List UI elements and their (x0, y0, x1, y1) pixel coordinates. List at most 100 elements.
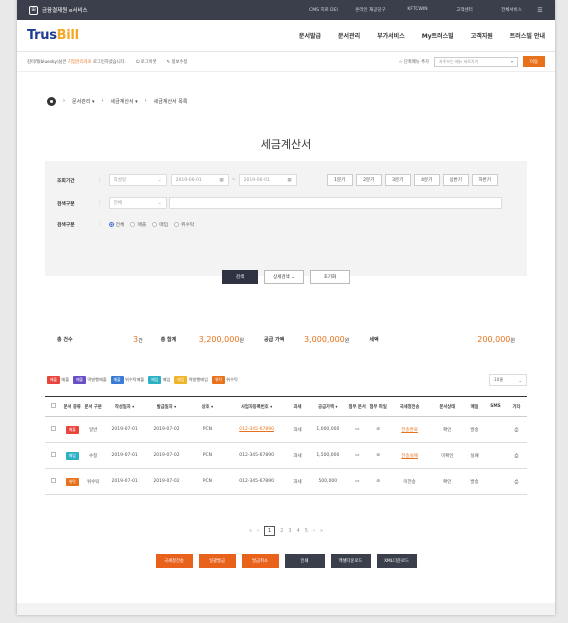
radio-purchase[interactable]: 매입 (152, 221, 168, 228)
col-status: 문서상태 (430, 396, 465, 417)
select-all-checkbox[interactable] (45, 396, 62, 417)
attach-doc-icon[interactable]: ▭ (346, 416, 368, 443)
utility-link-cms[interactable]: CMS 지로 DEI (300, 7, 347, 13)
per-page-select[interactable]: 10줄 ⌄ (489, 374, 527, 386)
col-issue-date[interactable]: 발급일자 ▾ (145, 396, 188, 417)
radio-sales[interactable]: 매출 (130, 221, 146, 228)
paperclip-icon[interactable]: ⊘ (367, 442, 389, 469)
page-2[interactable]: 2 (280, 528, 283, 534)
quick-menu: ☆ 단축메뉴 추가 자주쓰는 메뉴 바로가기 ▾ 이동 (399, 56, 545, 67)
home-icon[interactable] (47, 96, 56, 106)
row-checkbox[interactable] (50, 426, 56, 431)
first-page-icon[interactable]: « (249, 528, 252, 534)
kind-select[interactable]: 전체 ⌄ (108, 197, 167, 209)
period-type-select[interactable]: 작성일 ⌄ (108, 174, 167, 186)
nts-status-link[interactable]: 전송완료 (401, 428, 418, 433)
paperclip-icon[interactable]: ⊘ (367, 416, 389, 443)
attach-doc-icon[interactable]: ▭ (346, 468, 368, 495)
quick-menu-select[interactable]: 자주쓰는 메뉴 바로가기 ▾ (434, 56, 518, 67)
xml-download-button[interactable]: XML다운로드 (376, 554, 417, 568)
edit-info-link[interactable]: ✎ 정보수정 (167, 59, 188, 65)
supply-label: 공급 가액 (264, 336, 285, 343)
tax-type: 과세 (285, 442, 309, 469)
nav-about[interactable]: 트러스빌 안내 (510, 31, 545, 40)
brand-label: 금융결제원 e서비스 (42, 8, 88, 14)
bizno-link[interactable]: 012-345-67890 (239, 427, 274, 432)
date-to-input[interactable]: 2019-06-01 ▦ (238, 174, 297, 186)
total-label: 총 합계 (160, 336, 177, 343)
hamburger-icon[interactable]: ☰ (535, 7, 545, 14)
page-5[interactable]: 5 (305, 528, 308, 534)
nav-my[interactable]: My트러스빌 (422, 31, 454, 40)
radio-all[interactable]: 전체 (108, 221, 124, 228)
table-row[interactable]: 위탁 위수탁 2019-07-01 2019-07-02 PCN 012-345… (45, 468, 527, 495)
utility-link-all[interactable]: 전체서비스 (488, 7, 535, 13)
period-label: 조회기간 (57, 178, 75, 184)
legend-item: 매출 역발행매출 (73, 376, 107, 384)
print-icon[interactable]: ⎙ (505, 468, 527, 495)
tax-label: 세액 (369, 336, 379, 343)
nav-addon[interactable]: 부가서비스 (377, 31, 405, 40)
table-row[interactable]: 매입 수정 2019-07-01 2019-07-02 PCN 012-345-… (45, 442, 527, 469)
col-doc-kind: 문서 구분 (82, 396, 104, 417)
print-icon[interactable]: ⎙ (505, 416, 527, 443)
nav-issue[interactable]: 문서발급 (299, 31, 321, 40)
calendar-icon[interactable]: ▦ (219, 178, 223, 183)
supply-value: 3,000,000원 (304, 334, 350, 344)
print-icon[interactable]: ⎙ (505, 442, 527, 469)
next-page-icon[interactable]: › (313, 528, 315, 534)
page-3[interactable]: 3 (288, 528, 291, 534)
radio-consign[interactable]: 위수탁 (174, 221, 194, 228)
quick-menu-go-button[interactable]: 이동 (523, 56, 545, 67)
attach-doc-icon[interactable]: ▭ (346, 442, 368, 469)
nav-support[interactable]: 고객지원 (471, 31, 493, 40)
doc-kind: 위수탁 (82, 468, 104, 495)
breadcrumb-item-1[interactable]: 문서관리 ▾ (72, 98, 95, 105)
print-button[interactable]: 인쇄 (284, 554, 325, 568)
row-checkbox[interactable] (50, 478, 56, 483)
calendar-icon[interactable]: ▦ (287, 178, 291, 183)
q4-button[interactable]: 4분기 (413, 174, 440, 186)
brand-icon: ⊞ (29, 5, 38, 15)
col-bizno[interactable]: 사업자등록번호 ▾ (227, 396, 286, 417)
col-company[interactable]: 상호 ▾ (187, 396, 228, 417)
q2-button[interactable]: 2분기 (355, 174, 382, 186)
top-utility-bar: ⊞ 금융결제원 e서비스 CMS 지로 DEI 온라인 재공당구 KFTCWIN… (17, 0, 555, 20)
utility-link-support[interactable]: 고객센터 (441, 7, 488, 13)
q3-button[interactable]: 3분기 (384, 174, 411, 186)
row-checkbox[interactable] (50, 452, 56, 457)
prev-page-icon[interactable]: ‹ (257, 528, 259, 534)
detail-search-button[interactable]: 상세검색 ⌄ (264, 270, 304, 284)
trusbill-logo[interactable]: TrusBill (27, 28, 79, 43)
h2-button[interactable]: 하반기 (471, 174, 498, 186)
page-4[interactable]: 4 (297, 528, 300, 534)
q1-button[interactable]: 1분기 (326, 174, 353, 186)
add-favorite-link[interactable]: ☆ 단축메뉴 추가 (399, 59, 429, 65)
utility-link-online[interactable]: 온라인 재공당구 (347, 7, 394, 13)
date-from-input[interactable]: 2019-06-01 ▦ (170, 174, 229, 186)
nav-manage[interactable]: 문서관리 (338, 31, 360, 40)
logout-link[interactable]: ⏻ 로그아웃 (136, 59, 157, 65)
table-row[interactable]: 매출 일반 2019-07-01 2019-07-02 PCN 012-345-… (45, 416, 527, 443)
search-button[interactable]: 검색 (222, 270, 258, 284)
nts-status: 미전송 (403, 479, 416, 485)
h1-button[interactable]: 상반기 (442, 174, 469, 186)
last-page-icon[interactable]: » (320, 528, 323, 534)
utility-link-kftcwin[interactable]: KFTCWIN (394, 7, 441, 13)
keyword-input[interactable] (168, 197, 502, 209)
paperclip-icon[interactable]: ⊘ (367, 468, 389, 495)
kftc-brand[interactable]: ⊞ 금융결제원 e서비스 (29, 5, 88, 15)
reset-button[interactable]: 초기화 (310, 270, 350, 284)
excel-download-button[interactable]: 엑셀다운로드 (330, 554, 371, 568)
nts-send-button[interactable]: 국세청전송 (155, 554, 193, 568)
bulk-issue-button[interactable]: 일괄발급 (198, 554, 236, 568)
search-buttons: 검색 상세검색 ⌄ 초기화 (45, 270, 527, 284)
nts-status-link[interactable]: 전송실패 (401, 454, 418, 459)
issue-date: 2019-07-02 (145, 442, 188, 469)
page-title: 세금계산서 (260, 138, 312, 151)
col-amount[interactable]: 공급가액 ▾ (309, 396, 347, 417)
cancel-issue-button[interactable]: 발급취소 (241, 554, 279, 568)
page-1[interactable]: 1 (264, 526, 276, 536)
col-write-date[interactable]: 작성일자 ▾ (103, 396, 146, 417)
breadcrumb-item-2[interactable]: 세금계산서 ▾ (111, 98, 138, 105)
